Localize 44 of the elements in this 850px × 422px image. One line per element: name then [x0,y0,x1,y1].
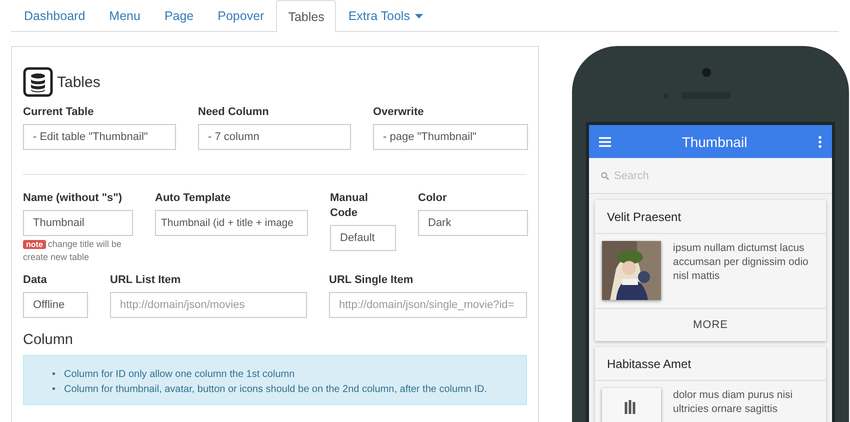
search-icon [601,172,609,180]
text-field[interactable]: http://domain/json/movies [110,292,307,318]
menu-icon[interactable] [599,136,611,146]
card-text: dolor mus diam purus nisi ultricies ornare sagittis [673,388,794,417]
more-button[interactable]: MORE [595,308,826,341]
field-label: Need Column [198,105,270,120]
more-options-icon[interactable] [818,136,822,148]
field-label: Name (without "s") [23,191,124,206]
card-title: Habitasse Amet [595,347,826,381]
nav-tab[interactable]: Tables [276,0,336,32]
field-label: Data [23,273,48,288]
app-title: Thumbnail [680,134,748,150]
card-title: Velit Praesent [595,200,826,234]
text-field[interactable]: - page "Thumbnail" [373,124,528,150]
field-label: Current Table [23,105,95,120]
text-field[interactable]: - 7 column [198,124,351,150]
field-label: Auto Template [155,191,232,206]
caret-icon [414,14,423,18]
camera-lens [702,68,711,77]
database-icon [23,67,53,97]
text-field[interactable]: Offline [23,292,88,318]
field-label: URL Single Item [329,273,414,288]
panel-title: Tables [57,74,100,90]
text-field[interactable]: Thumbnail [23,210,133,236]
nav-tab[interactable]: Popover [206,0,276,31]
field-label: Overwrite [373,105,425,120]
field-label: URL List Item [110,273,182,288]
text-field[interactable]: - Edit table "Thumbnail" [23,124,176,150]
text-field[interactable]: Thumbnail (id + title + image [155,210,308,236]
info-item: • Column for ID only allow one column the 1st column [52,368,296,382]
nav-tab[interactable]: Page [152,0,206,31]
field-note: note change title will be create new table [23,238,122,263]
card-text: ipsum nullam dictumst lacus accumsan per dignissim odio nisl mattis [673,241,810,284]
nav-tab[interactable]: Extra Tools [336,0,435,31]
section-heading: Column [23,332,74,348]
nav-tab[interactable]: Menu [97,0,152,31]
field-label: Color [418,191,448,206]
search-field[interactable]: Search [614,170,764,182]
info-item: • Column for thumbnail, avatar, button or icons should be on the 2nd column, after the column ID. [52,383,488,397]
text-field[interactable]: http://domain/json/single_movie?id= [329,292,527,318]
text-field[interactable]: Dark [418,210,528,236]
nav-tab[interactable]: Dashboard [12,0,98,31]
field-label: Manual Code [330,191,369,221]
text-field[interactable]: Default [330,225,396,251]
